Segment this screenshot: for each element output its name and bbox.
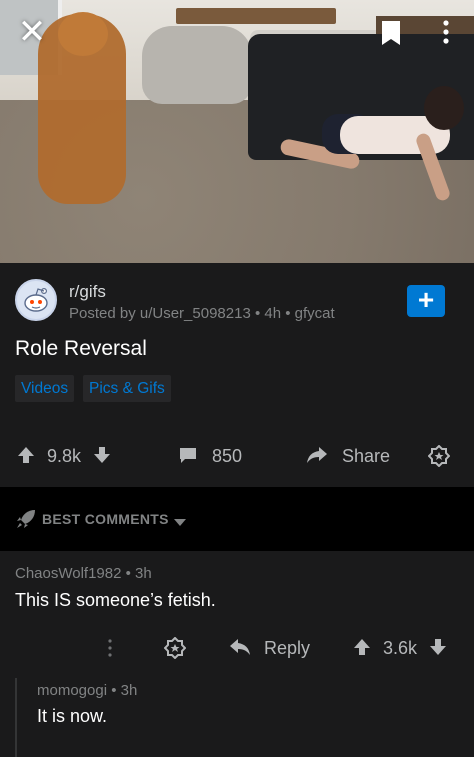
comment-vote-bar: 3.6k xyxy=(352,637,448,662)
reply-body: It is now. xyxy=(37,706,108,726)
rocket-icon xyxy=(15,508,37,535)
comment-author-meta[interactable]: ChaosWolf1982 • 3h xyxy=(15,565,152,582)
subreddit-avatar[interactable] xyxy=(15,279,57,321)
reply-author-meta[interactable]: momogogi • 3h xyxy=(37,682,137,699)
share-icon xyxy=(306,445,328,470)
comment-upvote-icon[interactable] xyxy=(352,637,372,662)
comment-score: 3.6k xyxy=(383,638,418,659)
post-meta: Posted by u/User_5098213 • 4h • gfycat xyxy=(69,305,335,322)
comments-count: 850 xyxy=(212,446,243,467)
chevron-down-icon[interactable] xyxy=(174,514,186,532)
comment-more-icon[interactable] xyxy=(104,637,116,664)
vote-bar: 9.8k xyxy=(16,445,112,470)
kebab-menu-icon[interactable] xyxy=(436,18,456,48)
comment-award-icon[interactable] xyxy=(163,636,187,664)
thread-line[interactable] xyxy=(15,678,17,757)
downvote-icon[interactable] xyxy=(92,445,112,470)
award-icon xyxy=(427,444,451,472)
join-button[interactable]: + xyxy=(407,285,445,317)
comment-body: This IS someone’s fetish. xyxy=(15,590,216,610)
flair-videos[interactable]: Videos xyxy=(15,375,75,402)
share-label: Share xyxy=(342,446,391,467)
media-woman xyxy=(279,86,464,208)
subreddit-name[interactable]: r/gifs xyxy=(69,282,106,302)
flair-pics-gifs[interactable]: Pics & Gifs xyxy=(83,375,171,402)
comment-downvote-icon[interactable] xyxy=(428,637,448,662)
reply-button[interactable]: Reply xyxy=(229,637,310,661)
close-icon[interactable]: ✕ xyxy=(14,14,50,50)
post-title: Role Reversal xyxy=(15,337,147,360)
comment-icon xyxy=(178,445,198,470)
media-dog-head xyxy=(58,12,108,56)
upvote-icon[interactable] xyxy=(16,445,36,470)
media-chair xyxy=(142,26,252,104)
award-button[interactable] xyxy=(427,444,451,472)
post-media[interactable] xyxy=(0,0,474,263)
post-score: 9.8k xyxy=(47,446,82,467)
bookmark-icon[interactable] xyxy=(381,20,401,46)
comments-button[interactable]: 850 xyxy=(178,445,242,470)
reply-label: Reply xyxy=(264,638,311,658)
media-shelf xyxy=(176,8,336,24)
reply-icon xyxy=(229,638,251,661)
share-button[interactable]: Share xyxy=(306,445,390,470)
sort-label[interactable]: BEST COMMENTS xyxy=(42,511,169,527)
